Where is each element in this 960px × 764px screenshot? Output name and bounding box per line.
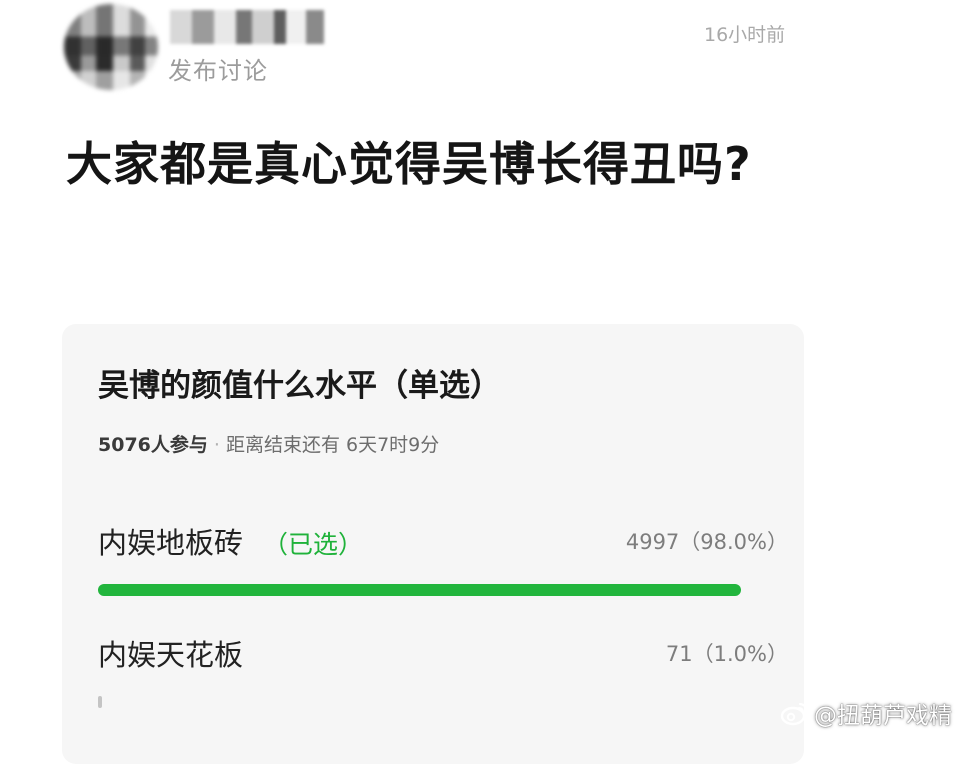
selected-tag: （已选） [263, 530, 364, 559]
weibo-icon [780, 700, 810, 726]
poll-meta-separator: · [213, 434, 220, 456]
post-timestamp: 16小时前 [704, 24, 786, 46]
poll-title: 吴博的颜值什么水平（单选） [98, 368, 501, 404]
poll-option-result: 71（1.0%） [665, 642, 788, 666]
poll-card: 吴博的颜值什么水平（单选） 5076人参与 · 距离结束还有 6天7时9分 内娱地板… [62, 324, 804, 764]
poll-option-progress-track [98, 584, 754, 596]
poll-option-label: 内娱天花板 [98, 638, 244, 672]
poll-option-2[interactable]: 内娱天花板 71（1.0%） [98, 632, 788, 708]
poll-time-remaining: 距离结束还有 6天7时9分 [225, 434, 440, 456]
poll-participant-count: 5076人参与 [98, 434, 208, 456]
post-action-label: 发布讨论 [168, 58, 268, 85]
poll-option-progress-fill [98, 584, 741, 596]
poll-option-progress-fill [98, 696, 102, 708]
poll-option-result: 4997（98.0%） [625, 530, 788, 554]
poll-option-progress-track [98, 696, 754, 708]
poll-option-1[interactable]: 内娱地板砖 （已选） 4997（98.0%） [98, 520, 788, 596]
post-title: 大家都是真心觉得吴博长得丑吗? [66, 137, 752, 191]
author-name-blurred[interactable] [170, 10, 324, 44]
avatar[interactable] [64, 4, 158, 90]
watermark-text: @扭葫芦戏精 [814, 703, 952, 729]
poll-option-label: 内娱地板砖 （已选） [98, 526, 364, 560]
poll-meta: 5076人参与 · 距离结束还有 6天7时9分 [98, 430, 439, 457]
watermark: @扭葫芦戏精 [780, 696, 952, 730]
